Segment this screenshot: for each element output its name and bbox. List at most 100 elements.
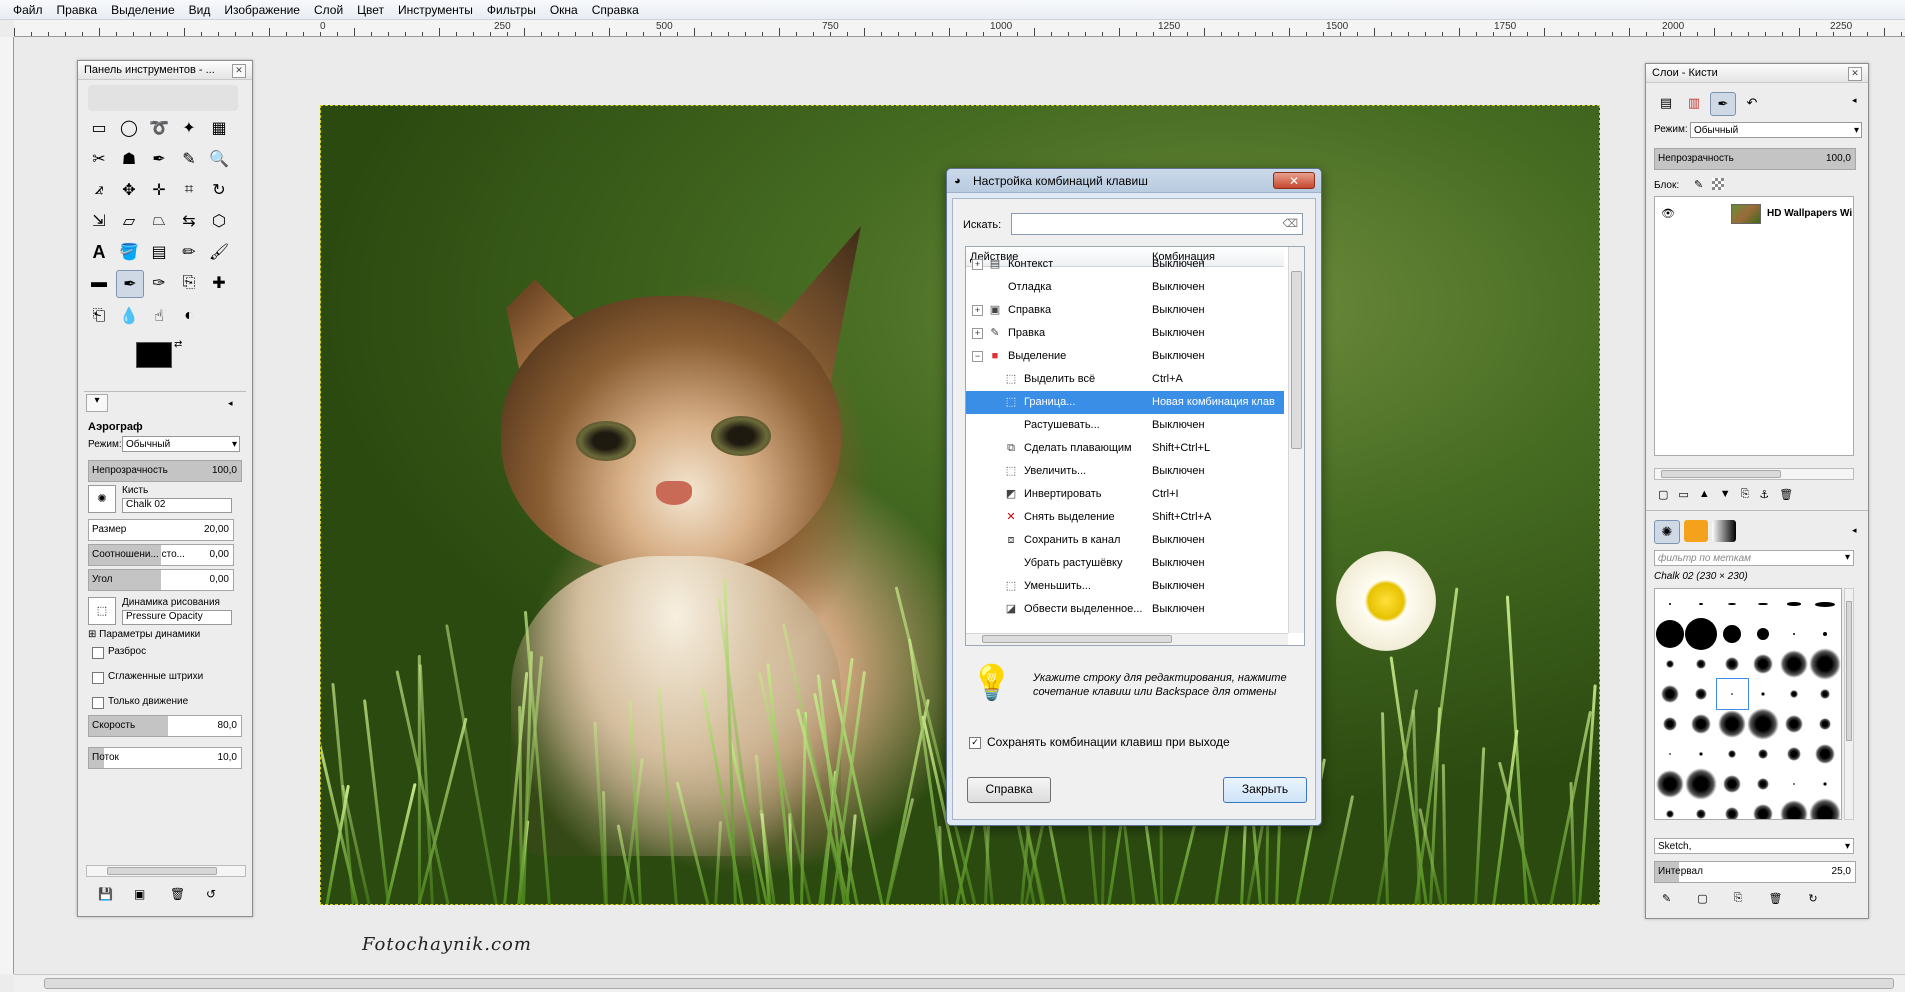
flow-slider[interactable]: Поток 10,0 <box>88 747 242 769</box>
shortcut-row[interactable]: Убрать растушёвку Выключен <box>966 552 1284 575</box>
save-on-exit-checkbox[interactable]: ✓ <box>969 737 981 749</box>
flip-icon[interactable]: ⇆ <box>176 208 202 234</box>
clear-icon[interactable]: ⌫ <box>1282 217 1298 230</box>
brush-cell[interactable] <box>1686 649 1717 679</box>
color-picker-icon[interactable]: ✎ <box>176 146 202 172</box>
brush-grid[interactable] <box>1654 588 1842 820</box>
brush-cell[interactable] <box>1655 679 1686 709</box>
lasso-icon[interactable]: ➰ <box>146 115 172 141</box>
delete-brush-icon[interactable]: 🗑 <box>1768 892 1782 905</box>
ellipse-select-icon[interactable]: ◯ <box>116 115 142 141</box>
delete-layer-icon[interactable]: 🗑 <box>1779 488 1793 501</box>
swap-colors-icon[interactable]: ⇄ <box>174 339 182 350</box>
shortcut-row[interactable]: ✕ Снять выделение Shift+Ctrl+A <box>966 506 1284 529</box>
reset-options-icon[interactable]: ↺ <box>206 887 216 901</box>
menu-view[interactable]: Вид <box>182 0 218 20</box>
scrollbar-thumb[interactable] <box>982 635 1172 643</box>
duplicate-layer-icon[interactable]: ⎘ <box>1741 488 1750 501</box>
panel-menu-icon[interactable]: ◂ <box>1852 95 1857 106</box>
brush-cell[interactable] <box>1686 589 1717 619</box>
help-button[interactable]: Справка <box>967 777 1051 803</box>
edit-brush-icon[interactable]: ✎ <box>1662 892 1671 905</box>
brush-cell[interactable] <box>1779 649 1810 679</box>
panel-menu-icon[interactable]: ◂ <box>228 398 233 409</box>
brush-tag-field[interactable]: Sketch, ▾ <box>1654 838 1854 854</box>
spacing-slider[interactable]: Интервал 25,0 <box>1654 861 1856 883</box>
undo-tab-icon[interactable]: ↶ <box>1740 92 1764 114</box>
mode-select[interactable]: Обычный ▾ <box>122 436 240 452</box>
brush-cell[interactable] <box>1685 618 1717 650</box>
brush-cell[interactable] <box>1686 679 1717 709</box>
scale-icon[interactable]: ⇲ <box>86 208 112 234</box>
brush-cell[interactable] <box>1717 649 1748 679</box>
smudge-icon[interactable]: ☝ <box>146 303 172 329</box>
pencil-icon[interactable]: ✏ <box>176 239 202 265</box>
close-dialog-button[interactable]: Закрыть <box>1223 777 1307 803</box>
vertical-ruler[interactable] <box>0 37 14 974</box>
rotate-icon[interactable]: ↻ <box>206 177 232 203</box>
color-select-icon[interactable]: ▦ <box>206 115 232 141</box>
paths-icon[interactable]: ✒ <box>146 146 172 172</box>
paths-tab-icon[interactable]: ✒ <box>1710 92 1736 116</box>
brush-cell[interactable] <box>1809 798 1841 819</box>
scatter-checkbox[interactable] <box>92 647 104 659</box>
brush-cell[interactable] <box>1686 739 1717 769</box>
airbrush-icon[interactable]: ✒ <box>116 270 144 298</box>
fuzzy-select-icon[interactable]: ✦ <box>176 115 202 141</box>
brush-cell[interactable] <box>1717 739 1748 769</box>
foreground-color[interactable] <box>136 342 172 368</box>
brush-cell[interactable] <box>1779 739 1810 769</box>
brush-cell[interactable] <box>1779 589 1810 619</box>
layer-mode-select[interactable]: Обычный ▾ <box>1690 122 1862 138</box>
brush-field[interactable]: Chalk 02 <box>122 498 232 513</box>
brush-cell[interactable] <box>1748 739 1779 769</box>
ink-icon[interactable]: ✑ <box>146 270 172 296</box>
scrollbar-thumb[interactable] <box>44 978 1894 989</box>
brush-cell[interactable] <box>1686 709 1717 739</box>
menu-filters[interactable]: Фильтры <box>480 0 543 20</box>
tool-options-tab-icon[interactable]: ▾ <box>86 394 108 412</box>
shortcut-row[interactable]: + ✎ Правка Выключен <box>966 322 1284 345</box>
brush-cell[interactable] <box>1748 769 1779 799</box>
channels-tab-icon[interactable]: ▥ <box>1682 92 1706 114</box>
brush-cell[interactable] <box>1810 739 1841 769</box>
brush-cell[interactable] <box>1810 619 1841 649</box>
shortcut-row[interactable]: ⬚ Увеличить... Выключен <box>966 460 1284 483</box>
scissors-icon[interactable]: ✂ <box>86 146 112 172</box>
move-icon[interactable]: ✥ <box>116 177 142 203</box>
scrollbar-thumb[interactable] <box>1846 601 1852 741</box>
expander-icon[interactable]: + <box>972 328 983 339</box>
shortcut-row[interactable]: Отладка Выключен <box>966 276 1284 299</box>
lock-alpha-icon[interactable] <box>1712 178 1724 190</box>
brush-cell[interactable] <box>1655 649 1686 679</box>
paintbrush-icon[interactable]: 🖌 <box>206 239 232 265</box>
tree-vscrollbar[interactable] <box>1288 247 1304 633</box>
delete-options-icon[interactable]: 🗑 <box>170 887 185 901</box>
rect-select-icon[interactable]: ▭ <box>86 115 112 141</box>
close-button[interactable]: ✕ <box>1273 172 1315 189</box>
shortcut-row[interactable]: + ▣ Справка Выключен <box>966 299 1284 322</box>
text-icon[interactable]: A <box>86 239 112 265</box>
toolbox-scrollbar[interactable] <box>86 865 246 877</box>
shortcut-row[interactable]: ◩ Инвертировать Ctrl+I <box>966 483 1284 506</box>
brush-cell[interactable] <box>1655 799 1686 819</box>
refresh-brushes-icon[interactable]: ↻ <box>1808 892 1817 905</box>
perspective-icon[interactable]: ⏢ <box>146 208 172 234</box>
ratio-slider[interactable]: Соотношени... сто... 0,00 <box>88 544 234 566</box>
layers-tab-icon[interactable]: ▤ <box>1654 92 1678 114</box>
zoom-icon[interactable]: 🔍 <box>206 146 232 172</box>
menu-tools[interactable]: Инструменты <box>391 0 480 20</box>
shortcut-row[interactable]: ⬚ Выделить всё Ctrl+A <box>966 368 1284 391</box>
brush-cell[interactable] <box>1655 769 1686 799</box>
cage-icon[interactable]: ⬡ <box>206 208 232 234</box>
brush-cell[interactable] <box>1748 589 1779 619</box>
restore-options-icon[interactable]: ▣ <box>134 887 145 901</box>
save-options-icon[interactable]: 💾 <box>98 887 113 901</box>
search-input[interactable]: ⌫ <box>1011 213 1303 235</box>
layer-row[interactable]: 👁 HD Wallpapers Wi <box>1655 201 1853 227</box>
brush-cell[interactable] <box>1810 679 1841 709</box>
menu-file[interactable]: Файл <box>6 0 50 20</box>
shear-icon[interactable]: ▱ <box>116 208 142 234</box>
tree-hscrollbar[interactable] <box>966 633 1288 645</box>
menu-edit[interactable]: Правка <box>50 0 105 20</box>
